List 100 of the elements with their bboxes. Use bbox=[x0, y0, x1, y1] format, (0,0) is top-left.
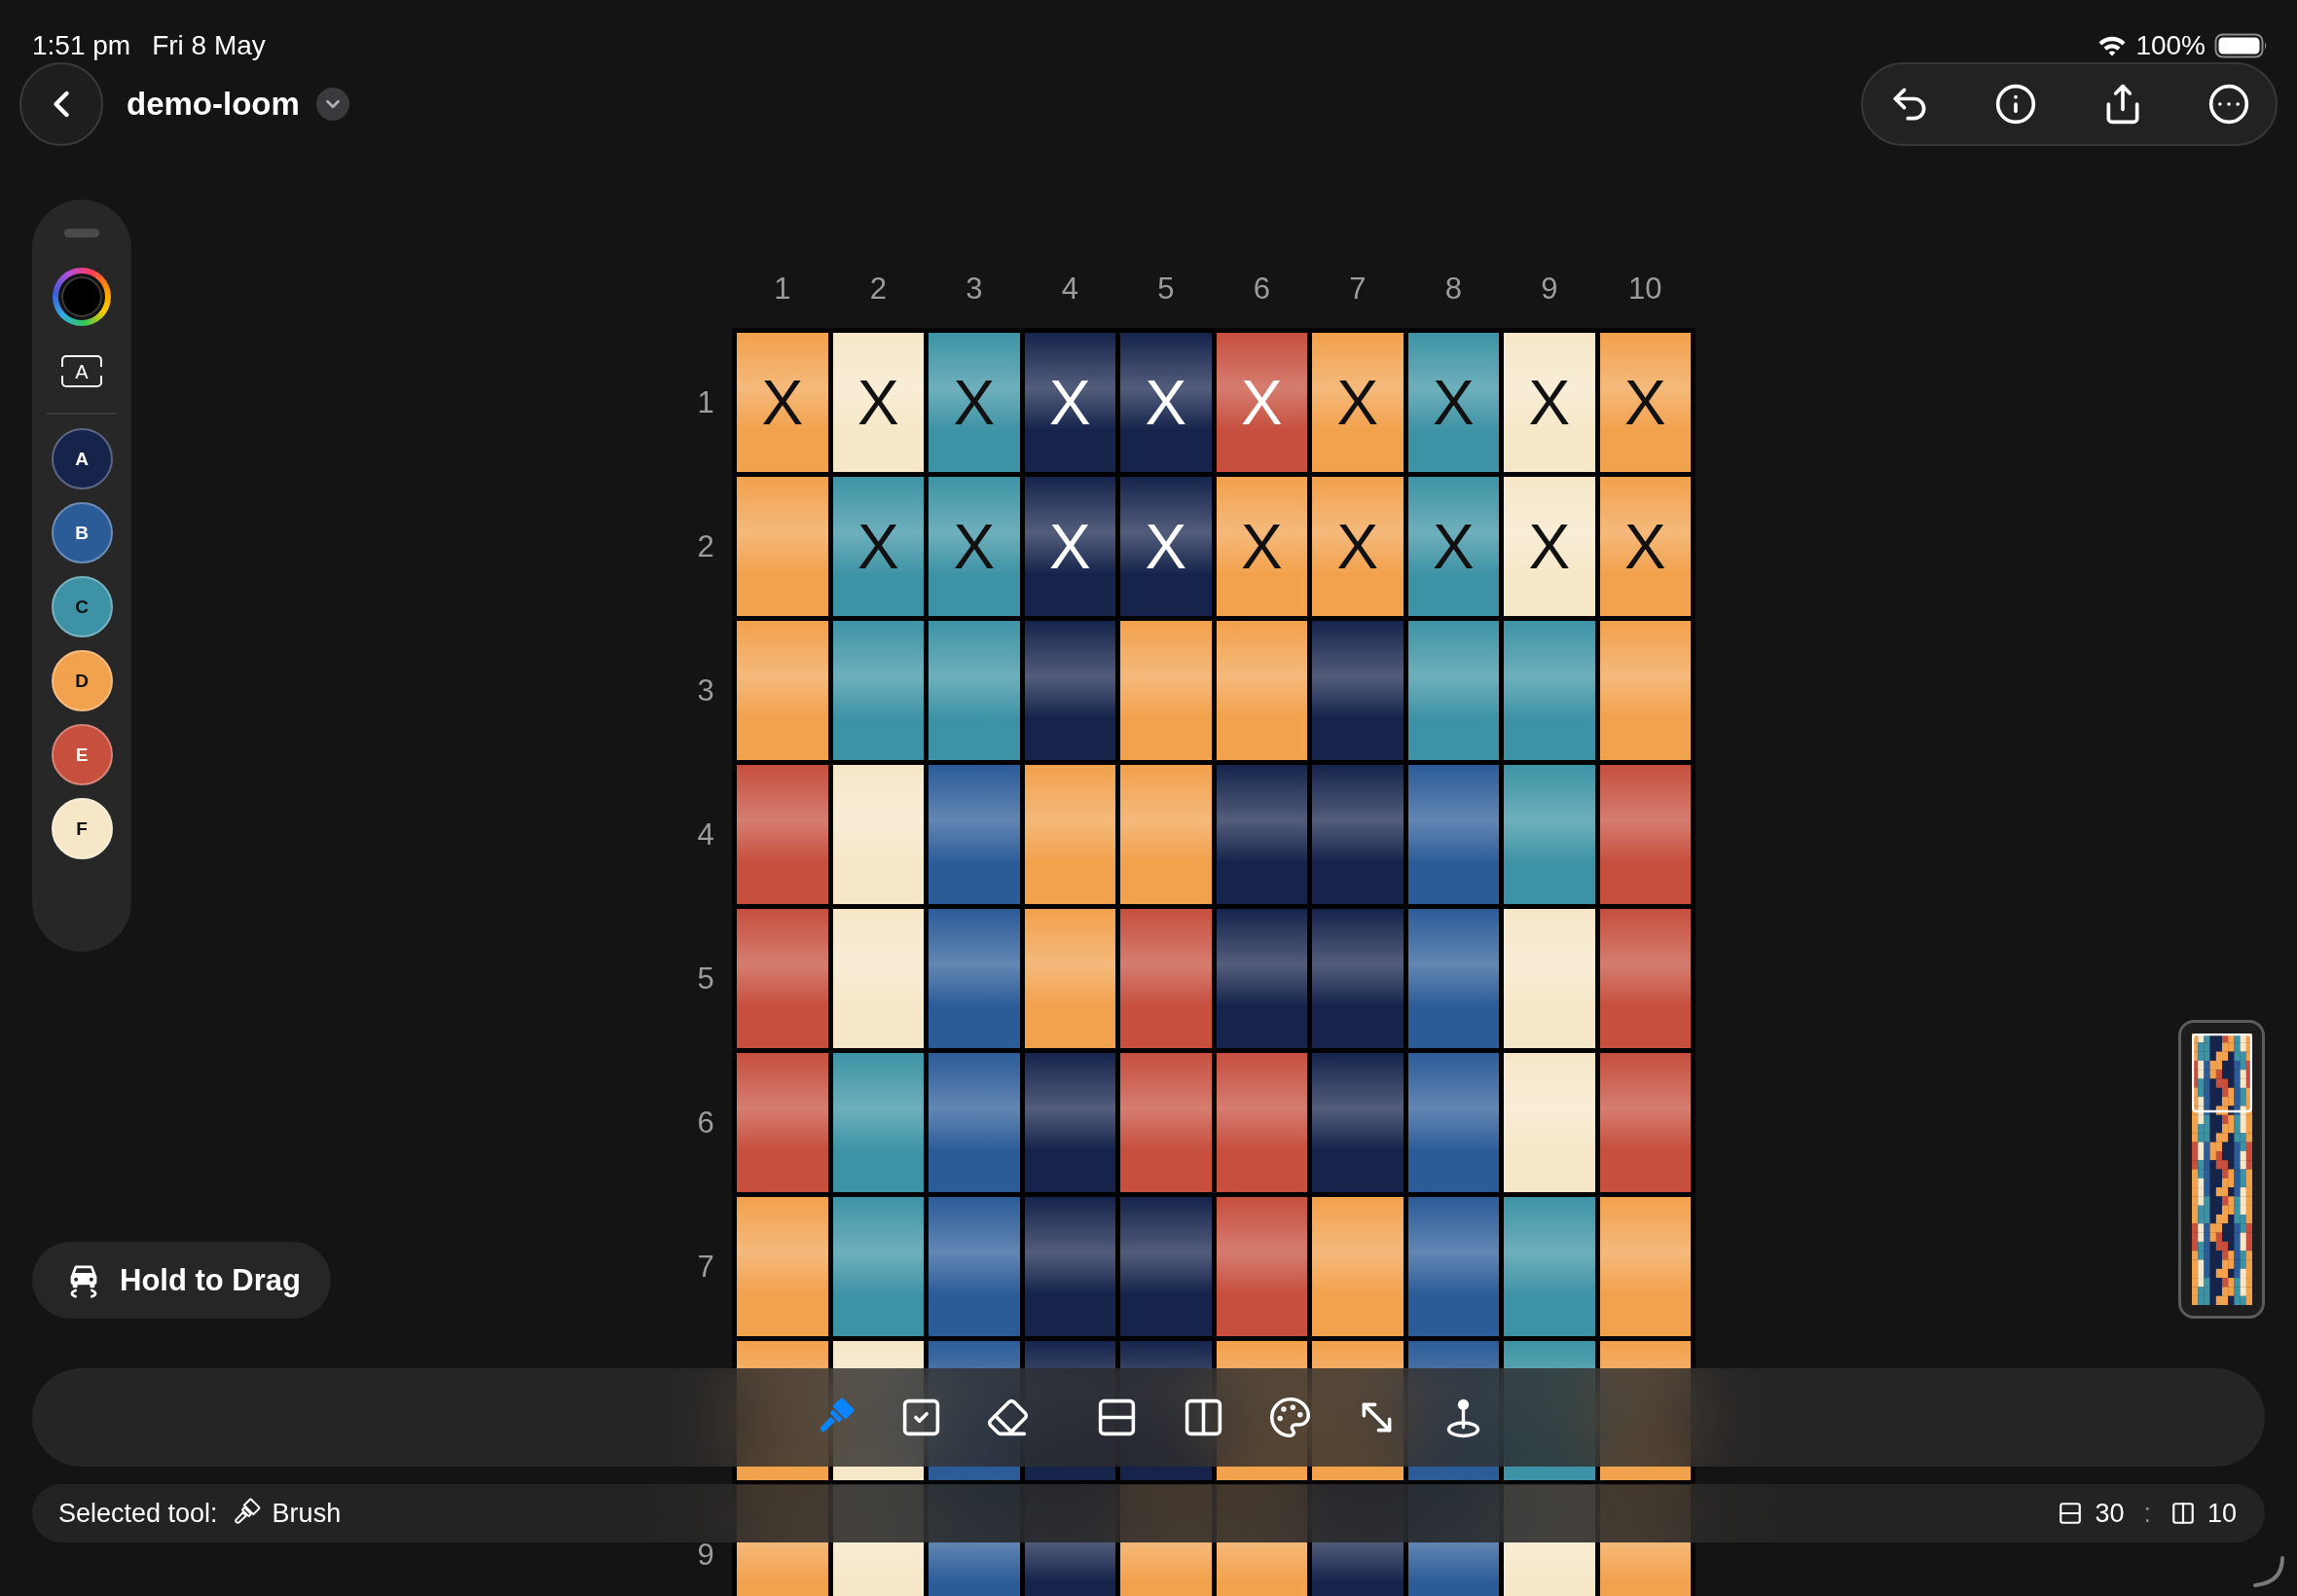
grid-cell[interactable] bbox=[1312, 765, 1404, 904]
grid-cell[interactable] bbox=[1599, 765, 1691, 904]
grid-cell[interactable]: X bbox=[1407, 333, 1499, 472]
row-number: 3 bbox=[697, 672, 714, 708]
letter-toggle[interactable]: A bbox=[61, 355, 102, 387]
wifi-icon bbox=[2097, 35, 2128, 56]
color-swatch[interactable]: D bbox=[51, 650, 113, 711]
grid-cell[interactable] bbox=[1024, 1053, 1115, 1192]
grid-cell[interactable] bbox=[1216, 621, 1307, 760]
grid-cell[interactable]: X bbox=[1024, 333, 1115, 472]
grid-cell[interactable]: X bbox=[1120, 477, 1212, 616]
color-swatch[interactable]: A bbox=[51, 428, 113, 490]
grid-cell[interactable] bbox=[929, 1053, 1020, 1192]
color-swatch[interactable]: F bbox=[51, 798, 113, 859]
grid-cell[interactable] bbox=[1407, 621, 1499, 760]
grid-cell[interactable] bbox=[737, 1197, 828, 1336]
grid-cell[interactable] bbox=[832, 1053, 924, 1192]
grid-cell[interactable] bbox=[1599, 909, 1691, 1048]
grid-cell[interactable]: X bbox=[1216, 477, 1307, 616]
minimap-panel[interactable] bbox=[2178, 1020, 2265, 1319]
grid-cell[interactable] bbox=[1024, 1197, 1115, 1336]
grid-cell[interactable] bbox=[1120, 621, 1212, 760]
grid-cell[interactable]: X bbox=[1120, 333, 1212, 472]
grid-cell[interactable] bbox=[1120, 1053, 1212, 1192]
grid-cell[interactable] bbox=[737, 909, 828, 1048]
grid-cell[interactable]: X bbox=[1312, 477, 1404, 616]
row-number: 6 bbox=[697, 1105, 714, 1141]
status-time: 1:51 pm bbox=[32, 29, 131, 62]
grid-cell[interactable]: X bbox=[737, 333, 828, 472]
resize-handle-icon[interactable] bbox=[2252, 1555, 2285, 1588]
grid-cell[interactable]: X bbox=[1312, 333, 1404, 472]
grid-cell[interactable] bbox=[1312, 621, 1404, 760]
grid-cell[interactable] bbox=[1120, 765, 1212, 904]
grid-cell[interactable] bbox=[737, 621, 828, 760]
grid-cell[interactable] bbox=[1407, 765, 1499, 904]
grid-cell[interactable]: X bbox=[1599, 333, 1691, 472]
grid-cell[interactable]: X bbox=[1504, 477, 1595, 616]
grid-cell[interactable]: X bbox=[832, 333, 924, 472]
status-date: Fri 8 May bbox=[152, 29, 266, 62]
grid-cell[interactable]: X bbox=[1407, 477, 1499, 616]
grid-cell[interactable]: X bbox=[929, 333, 1020, 472]
grid-cell[interactable] bbox=[737, 477, 828, 616]
grid-cell[interactable] bbox=[1120, 909, 1212, 1048]
grid-cell[interactable] bbox=[1312, 1053, 1404, 1192]
selected-tool-label: Selected tool: bbox=[58, 1498, 218, 1529]
grid-cell[interactable]: X bbox=[929, 477, 1020, 616]
grid-cell[interactable] bbox=[1216, 1197, 1307, 1336]
row-number: 5 bbox=[697, 961, 714, 997]
column-number: 6 bbox=[1253, 272, 1270, 307]
grid-cell[interactable] bbox=[929, 1197, 1020, 1336]
grid-cell[interactable] bbox=[929, 621, 1020, 760]
column-number: 9 bbox=[1541, 272, 1558, 307]
grabber-handle[interactable] bbox=[64, 229, 99, 237]
grid-cell[interactable] bbox=[1312, 1197, 1404, 1336]
grid-cell[interactable] bbox=[832, 621, 924, 760]
grid-cell[interactable] bbox=[1216, 909, 1307, 1048]
more-icon[interactable] bbox=[2207, 83, 2250, 126]
grid-cell[interactable] bbox=[1504, 765, 1595, 904]
color-wheel-icon[interactable] bbox=[53, 268, 111, 326]
grid-cell[interactable] bbox=[1407, 909, 1499, 1048]
grid-cell[interactable] bbox=[1024, 765, 1115, 904]
columns-icon bbox=[2169, 1501, 2196, 1526]
grid-cell[interactable] bbox=[1216, 1053, 1307, 1192]
battery-icon bbox=[2214, 33, 2268, 58]
column-number: 5 bbox=[1157, 272, 1175, 307]
grid-cell[interactable] bbox=[1120, 1197, 1212, 1336]
grid-cell[interactable]: X bbox=[1504, 333, 1595, 472]
grid-cell[interactable] bbox=[929, 909, 1020, 1048]
column-number: 1 bbox=[774, 272, 791, 307]
grid-cell[interactable] bbox=[1599, 1197, 1691, 1336]
grid-cell[interactable] bbox=[1599, 621, 1691, 760]
grid-cell[interactable]: X bbox=[832, 477, 924, 616]
title-menu-button[interactable] bbox=[315, 88, 349, 121]
grid-cell[interactable] bbox=[1504, 1053, 1595, 1192]
grid-cell[interactable] bbox=[832, 909, 924, 1048]
grid-cell[interactable] bbox=[1407, 1053, 1499, 1192]
grid-cell[interactable] bbox=[1407, 1197, 1499, 1336]
palette-icon[interactable] bbox=[1267, 1396, 1312, 1439]
grid-cell[interactable] bbox=[1216, 765, 1307, 904]
grid-cell[interactable] bbox=[737, 1053, 828, 1192]
grid-cell[interactable] bbox=[1504, 621, 1595, 760]
grid-cell[interactable] bbox=[929, 765, 1020, 904]
grid-cell[interactable] bbox=[832, 1197, 924, 1336]
grid-cell[interactable] bbox=[737, 765, 828, 904]
grid-cell[interactable] bbox=[1599, 1053, 1691, 1192]
grid-cell[interactable] bbox=[1504, 1197, 1595, 1336]
grid-cell[interactable] bbox=[1504, 909, 1595, 1048]
grid-cell[interactable] bbox=[1024, 621, 1115, 760]
info-icon[interactable] bbox=[1994, 83, 2038, 126]
grid-cell[interactable]: X bbox=[1599, 477, 1691, 616]
grid-cell[interactable]: X bbox=[1024, 477, 1115, 616]
grid-cell[interactable] bbox=[1312, 909, 1404, 1048]
hold-to-drag-button[interactable]: Hold to Drag bbox=[32, 1242, 331, 1319]
column-number: 7 bbox=[1349, 272, 1367, 307]
row-count: 30 bbox=[2095, 1498, 2125, 1529]
color-swatch[interactable]: C bbox=[51, 576, 113, 637]
color-swatch[interactable]: E bbox=[51, 724, 113, 785]
grid-cell[interactable] bbox=[832, 765, 924, 904]
grid-cell[interactable] bbox=[1024, 909, 1115, 1048]
color-swatch[interactable]: B bbox=[51, 502, 113, 563]
